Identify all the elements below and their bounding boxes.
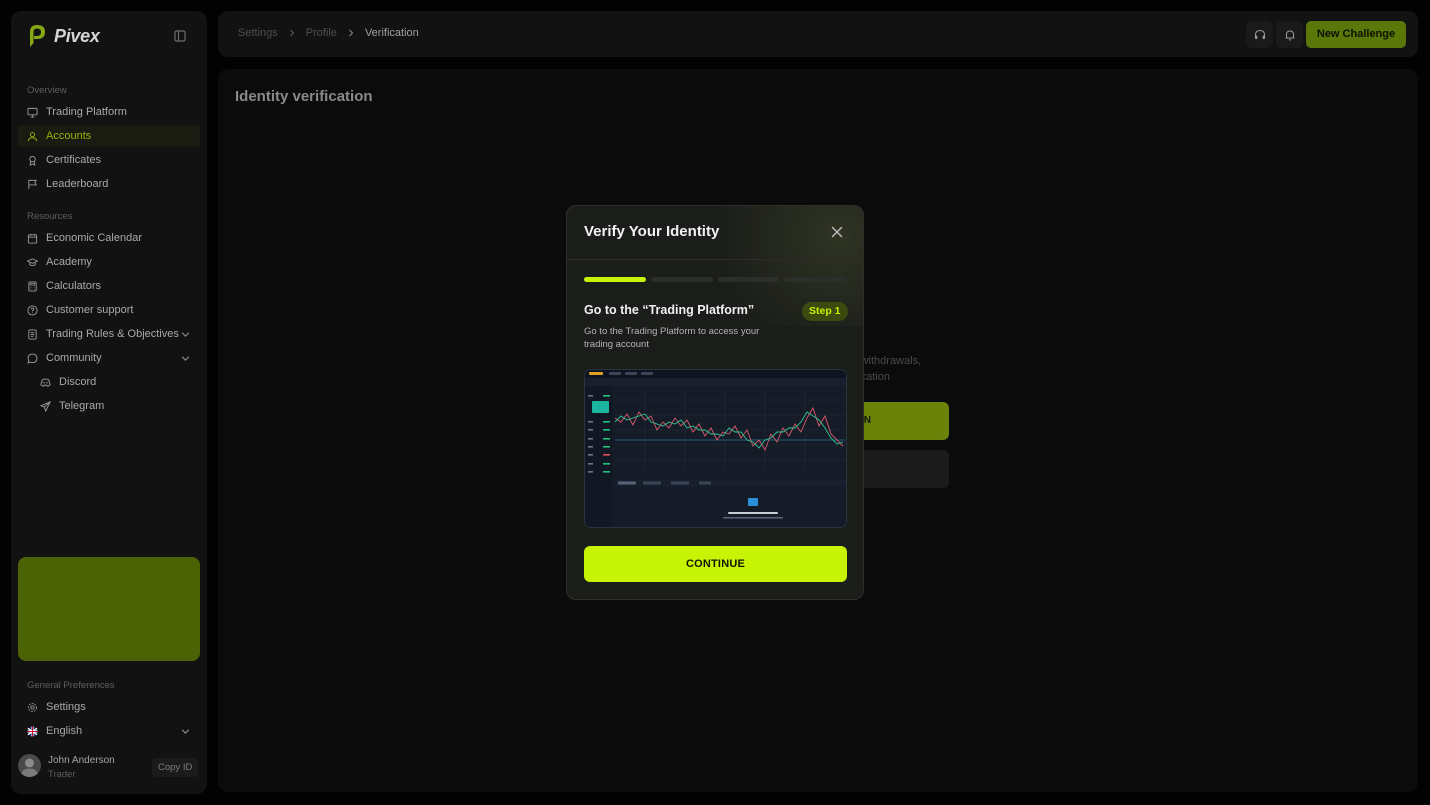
modal-title: Verify Your Identity	[584, 223, 720, 240]
sidebar-item-trading-rules[interactable]: Trading Rules & Objectives	[18, 323, 200, 345]
step-description: Go to the Trading Platform to access you…	[584, 326, 760, 350]
help-circle-icon	[27, 304, 38, 316]
continue-button[interactable]: CONTINUE	[584, 546, 847, 582]
user-profile: John Anderson Trader Copy ID	[18, 751, 200, 785]
language-select[interactable]: English	[18, 720, 200, 742]
sidebar-item-community[interactable]: Community	[18, 347, 200, 369]
progress-segment	[717, 277, 780, 282]
progress-segment	[650, 277, 713, 282]
calculator-icon	[28, 280, 37, 292]
close-icon[interactable]	[829, 224, 845, 240]
user-role: Trader	[48, 769, 76, 780]
flag-icon	[28, 179, 37, 189]
sidebar-item-calculators[interactable]: Calculators	[18, 275, 200, 297]
verification-description-line: rification	[849, 371, 890, 383]
sidebar-item-label: Community	[46, 352, 102, 364]
gear-icon	[28, 702, 37, 712]
copy-id-button[interactable]: Copy ID	[152, 758, 199, 777]
breadcrumb: Settings Profile Verification	[238, 27, 419, 39]
document-icon	[28, 328, 37, 340]
pivex-logo-icon	[30, 25, 45, 47]
verify-identity-modal: Verify Your Identity Go to the “Trading …	[566, 205, 864, 600]
sidebar-item-label: Academy	[46, 256, 92, 268]
graduation-cap-icon	[27, 257, 38, 266]
send-icon	[40, 400, 51, 412]
sidebar-item-label: Leaderboard	[46, 178, 109, 190]
section-label-preferences: General Preferences	[27, 680, 115, 691]
sidebar-item-academy[interactable]: Academy	[18, 251, 200, 273]
sidebar-item-label: Trading Platform	[46, 106, 127, 118]
new-challenge-button[interactable]: New Challenge	[1306, 21, 1406, 48]
sidebar-collapse-icon[interactable]	[172, 28, 188, 44]
sidebar-item-customer-support[interactable]: Customer support	[18, 299, 200, 321]
user-icon	[27, 131, 38, 141]
progress-segment	[584, 277, 646, 282]
bell-icon	[1285, 29, 1294, 40]
chevron-right-icon	[349, 29, 354, 37]
verification-description: le withdrawals, rification	[849, 353, 949, 385]
discord-icon	[40, 378, 51, 387]
step-progress	[584, 277, 846, 282]
calendar-icon	[27, 233, 38, 244]
headset-icon	[1254, 29, 1265, 39]
uk-flag-icon	[27, 725, 38, 737]
message-circle-icon	[27, 353, 38, 364]
promo-card[interactable]	[18, 557, 200, 661]
sidebar-item-accounts[interactable]: Accounts	[18, 125, 200, 147]
breadcrumb-verification: Verification	[364, 27, 419, 39]
chevron-down-icon	[181, 729, 190, 735]
trading-platform-screenshot-icon	[585, 370, 846, 527]
sidebar-item-label: Customer support	[46, 304, 134, 316]
language-label: English	[46, 725, 83, 737]
section-label-resources: Resources	[27, 211, 73, 222]
sidebar: Pivex Overview Trading Platform Accounts…	[11, 11, 207, 794]
progress-segment	[784, 277, 846, 282]
sidebar-item-label: Certificates	[46, 154, 102, 166]
avatar[interactable]	[18, 754, 41, 777]
sidebar-item-label: Calculators	[46, 280, 102, 292]
verification-description-line: le withdrawals,	[849, 355, 922, 367]
sidebar-item-label: Settings	[46, 701, 86, 713]
sidebar-item-telegram[interactable]: Telegram	[18, 395, 200, 417]
sidebar-item-leaderboard[interactable]: Leaderboard	[18, 173, 200, 195]
sidebar-item-label: Accounts	[46, 130, 92, 142]
chevron-right-icon	[289, 29, 294, 37]
trading-platform-preview	[584, 369, 847, 528]
modal-divider	[567, 259, 863, 260]
monitor-icon	[27, 107, 38, 118]
sidebar-item-economic-calendar[interactable]: Economic Calendar	[18, 227, 200, 249]
sidebar-item-label: Discord	[59, 376, 97, 388]
sidebar-item-label: Trading Rules & Objectives	[46, 328, 179, 340]
sidebar-item-discord[interactable]: Discord	[18, 371, 200, 393]
breadcrumb-settings[interactable]: Settings	[238, 27, 278, 39]
user-name: John Anderson	[48, 755, 115, 766]
brand-name: Pivex	[54, 25, 100, 46]
support-button[interactable]	[1246, 21, 1273, 48]
sidebar-item-trading-platform[interactable]: Trading Platform	[18, 101, 200, 123]
award-icon	[29, 155, 36, 166]
sidebar-item-label: Economic Calendar	[46, 232, 142, 244]
chevron-down-icon	[181, 356, 190, 362]
step-title: Go to the “Trading Platform”	[584, 303, 755, 317]
page-title: Identity verification	[235, 88, 373, 105]
notifications-button[interactable]	[1276, 21, 1303, 48]
section-label-overview: Overview	[27, 85, 67, 96]
step-badge: Step 1	[802, 302, 848, 321]
avatar-image-icon	[21, 758, 38, 777]
chevron-down-icon	[181, 332, 190, 338]
brand-logo[interactable]: Pivex	[26, 23, 100, 49]
breadcrumb-profile[interactable]: Profile	[306, 27, 337, 39]
sidebar-item-certificates[interactable]: Certificates	[18, 149, 200, 171]
sidebar-item-settings[interactable]: Settings	[18, 696, 200, 718]
top-bar: Settings Profile Verification New Challe…	[218, 11, 1418, 57]
sidebar-item-label: Telegram	[59, 400, 105, 412]
